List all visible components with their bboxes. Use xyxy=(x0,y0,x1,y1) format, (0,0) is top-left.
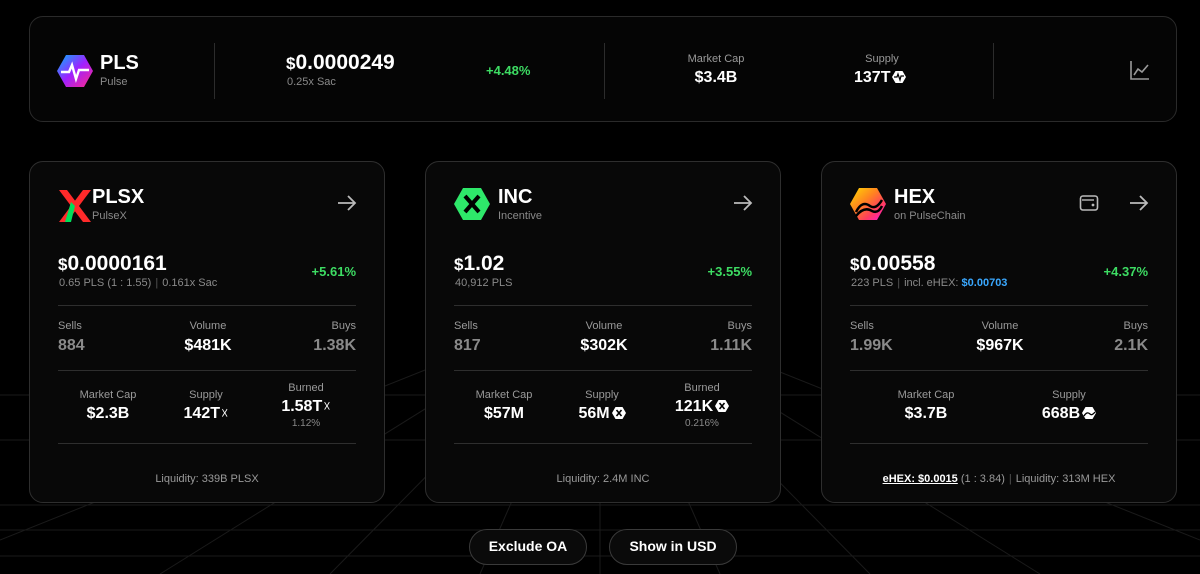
plsx-liquidity: Liquidity: 339B PLSX xyxy=(155,473,259,485)
pls-symbol: PLS xyxy=(100,52,139,74)
hex-market-cap: $3.7B xyxy=(904,405,948,422)
inc-supply-label: Supply xyxy=(585,389,619,401)
pulsex-mini-icon: ☓ xyxy=(323,398,331,414)
hex-sells: 1.99K xyxy=(850,337,893,354)
plsx-volume: $481K xyxy=(184,337,232,354)
show-in-usd-button[interactable]: Show in USD xyxy=(609,529,737,565)
hex-symbol: HEX xyxy=(894,186,936,208)
inc-volume-label: Volume xyxy=(585,320,623,332)
pls-market-cap-label: Market Cap xyxy=(687,53,745,65)
plsx-supply-label: Supply xyxy=(189,389,223,401)
plsx-market-cap: $2.3B xyxy=(86,405,130,422)
plsx-sells-label: Sells xyxy=(58,320,82,332)
plsx-buys: 1.38K xyxy=(313,337,356,354)
inc-sells-label: Sells xyxy=(454,320,478,332)
inc-buys-label: Buys xyxy=(727,320,752,332)
incentive-mini-icon xyxy=(611,407,626,419)
hex-name: on PulseChain xyxy=(894,210,966,222)
plsx-name: PulseX xyxy=(92,210,127,222)
inc-name: Incentive xyxy=(498,210,543,222)
hex-buys-label: Buys xyxy=(1123,320,1148,332)
plsx-market-cap-label: Market Cap xyxy=(79,389,137,401)
hex-price-sub: 223 PLS | incl. eHEX: $0.00703 xyxy=(851,277,1008,289)
inc-buys: 1.11K xyxy=(710,337,752,354)
plsx-burned-label: Burned xyxy=(288,382,324,394)
inc-sells: 817 xyxy=(454,337,481,354)
chart-line-icon[interactable] xyxy=(1129,59,1151,81)
hex-card[interactable]: HEX on PulseChain $0.00558 223 PLS | incl.… xyxy=(821,161,1177,503)
incentive-mini-icon xyxy=(715,400,730,412)
plsx-burned-pct: 1.12% xyxy=(291,418,321,429)
hex-sells-label: Sells xyxy=(850,320,874,332)
inc-market-cap: $57M xyxy=(483,405,525,422)
pls-supply-label: Supply xyxy=(865,53,899,65)
plsx-symbol: PLSX xyxy=(92,186,145,208)
inc-volume: $302K xyxy=(580,337,628,354)
inc-burned-pct: 0.216% xyxy=(685,418,719,429)
hex-volume-label: Volume xyxy=(981,320,1019,332)
wallet-icon[interactable] xyxy=(1079,194,1099,212)
plsx-price-sub: 0.65 PLS (1 : 1.55) | 0.161x Sac xyxy=(59,277,218,289)
hex-supply-label: Supply xyxy=(1052,389,1086,401)
inc-card[interactable]: INC Incentive $1.02 40,912 PLS +3.55% Se… xyxy=(425,161,781,503)
arrow-right-icon[interactable] xyxy=(732,192,754,214)
plsx-supply: 142T☓ xyxy=(183,405,229,422)
pulsex-logo-icon xyxy=(59,190,91,222)
hex-volume: $967K xyxy=(976,337,1024,354)
pulsex-mini-icon: ☓ xyxy=(221,405,229,421)
arrow-right-icon[interactable] xyxy=(336,192,358,214)
inc-symbol: INC xyxy=(498,186,533,208)
exclude-oa-button[interactable]: Exclude OA xyxy=(469,529,587,565)
hex-supply: 668B xyxy=(1029,405,1109,423)
pls-supply: 137T xyxy=(854,69,907,87)
hex-buys: 2.1K xyxy=(1114,337,1148,354)
plsx-buys-label: Buys xyxy=(331,320,356,332)
pls-name: Pulse xyxy=(100,76,128,88)
hex-mini-icon xyxy=(1082,407,1097,419)
inc-price-sub: 40,912 PLS xyxy=(455,277,513,289)
inc-liquidity: Liquidity: 2.4M INC xyxy=(556,473,650,485)
inc-market-cap-label: Market Cap xyxy=(475,389,533,401)
plsx-price: $0.0000161 xyxy=(58,252,167,275)
plsx-card[interactable]: PLSX PulseX $0.0000161 0.65 PLS (1 : 1.5… xyxy=(29,161,385,503)
inc-change: +3.55% xyxy=(707,264,752,279)
hex-market-cap-label: Market Cap xyxy=(897,389,955,401)
plsx-burned: 1.58T☓ xyxy=(281,398,331,415)
incentive-logo-icon xyxy=(454,188,490,220)
pulse-logo-icon xyxy=(57,55,93,87)
inc-price: $1.02 xyxy=(454,252,505,275)
pls-change: +4.48% xyxy=(486,63,531,78)
pls-sac-ratio: 0.25x Sac xyxy=(287,76,336,88)
hex-change: +4.37% xyxy=(1103,264,1148,279)
pls-market-cap: $3.4B xyxy=(694,69,738,86)
pulse-mini-icon xyxy=(892,71,907,83)
plsx-volume-label: Volume xyxy=(189,320,227,332)
ehex-price-link[interactable]: eHEX: $0.0015 xyxy=(883,473,958,485)
inc-burned: 121K xyxy=(662,398,742,416)
pls-price: $0.0000249 xyxy=(286,51,395,74)
plsx-sells: 884 xyxy=(58,337,85,354)
pls-summary-card: PLS Pulse $0.0000249 0.25x Sac +4.48% Ma… xyxy=(29,16,1177,122)
hex-price: $0.00558 xyxy=(850,252,936,275)
inc-supply: 56M xyxy=(562,405,642,423)
arrow-right-icon[interactable] xyxy=(1128,192,1150,214)
plsx-change: +5.61% xyxy=(311,264,356,279)
hex-logo-icon xyxy=(850,188,886,220)
inc-burned-label: Burned xyxy=(684,382,720,394)
hex-liquidity: eHEX: $0.0015 (1 : 3.84) | Liquidity: 313M… xyxy=(882,473,1116,485)
